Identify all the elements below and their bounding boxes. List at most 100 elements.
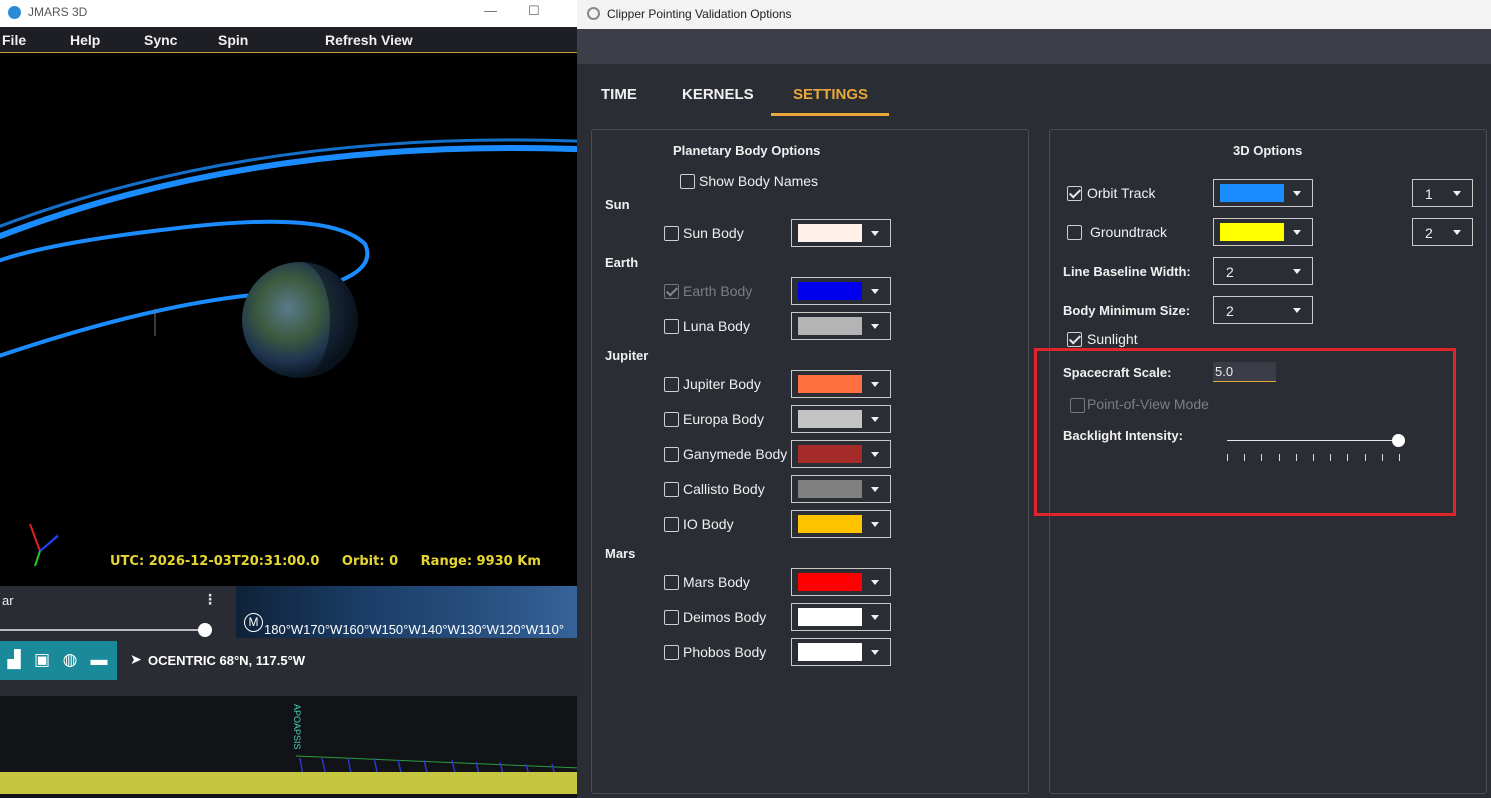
orbit-track-color-select[interactable] bbox=[1213, 179, 1313, 207]
groundtrack-color-select[interactable] bbox=[1213, 218, 1313, 246]
jupiter-body-checkbox[interactable] bbox=[664, 377, 679, 392]
sun-body-color-select[interactable] bbox=[791, 219, 891, 247]
group-sun: Sun bbox=[605, 197, 630, 212]
orbit-scene bbox=[0, 138, 580, 567]
chevron-down-icon bbox=[871, 382, 879, 387]
backlight-tick bbox=[1381, 454, 1383, 461]
tab-time[interactable]: TIME bbox=[601, 86, 637, 103]
chevron-down-icon bbox=[871, 452, 879, 457]
jmars-window: JMARS 3D — ☐ File Help Sync Spin Refresh… bbox=[0, 0, 580, 798]
map-badge-icon[interactable]: M bbox=[244, 613, 263, 632]
chevron-down-icon bbox=[1293, 308, 1301, 313]
backlight-tick bbox=[1261, 454, 1263, 461]
chevron-down-icon bbox=[1293, 230, 1301, 235]
io-body-color-select[interactable] bbox=[791, 510, 891, 538]
color-swatch bbox=[798, 608, 862, 626]
groundtrack-width-select[interactable]: 2 bbox=[1412, 218, 1473, 246]
chevron-down-icon bbox=[1453, 191, 1461, 196]
timeline-band bbox=[0, 772, 580, 794]
orbit-track-checkbox[interactable] bbox=[1067, 186, 1082, 201]
jmars-window-title: JMARS 3D bbox=[28, 5, 88, 19]
callisto-body-color-select[interactable] bbox=[791, 475, 891, 503]
hud-orbit: Orbit: 0 bbox=[341, 554, 399, 569]
deimos-body-checkbox[interactable] bbox=[664, 610, 679, 625]
deimos-body-label: Deimos Body bbox=[683, 609, 767, 625]
orbit-track-width-select[interactable]: 1 bbox=[1412, 179, 1473, 207]
cursor-icon: ➤ bbox=[130, 651, 142, 667]
orbit-track-label: Orbit Track bbox=[1087, 185, 1156, 201]
sunlight-label: Sunlight bbox=[1087, 331, 1138, 347]
chevron-down-icon bbox=[871, 650, 879, 655]
vr-icon[interactable]: ▬ bbox=[89, 650, 109, 670]
groundtrack-checkbox[interactable] bbox=[1067, 225, 1082, 240]
earth-body-color-select[interactable] bbox=[791, 277, 891, 305]
dialog-titlebar: Clipper Pointing Validation Options bbox=[577, 0, 1491, 29]
tab-settings[interactable]: SETTINGS bbox=[793, 86, 868, 103]
chart-icon[interactable]: ▟ bbox=[4, 650, 24, 670]
backlight-tick bbox=[1347, 454, 1349, 461]
color-swatch bbox=[798, 515, 862, 533]
sun-body-checkbox[interactable] bbox=[664, 226, 679, 241]
hud-utc: UTC: 2026-12-03T20:31:00.0 bbox=[110, 554, 320, 569]
axis-triad-icon bbox=[29, 523, 59, 567]
color-swatch bbox=[798, 480, 862, 498]
europa-body-color-select[interactable] bbox=[791, 405, 891, 433]
chevron-down-icon bbox=[1453, 230, 1461, 235]
line-baseline-width-label: Line Baseline Width: bbox=[1063, 264, 1191, 279]
chevron-down-icon bbox=[871, 487, 879, 492]
dialog-toolbar bbox=[577, 29, 1491, 64]
color-swatch bbox=[798, 282, 862, 300]
io-body-checkbox[interactable] bbox=[664, 517, 679, 532]
jmars-titlebar: JMARS 3D — ☐ bbox=[0, 0, 580, 27]
jupiter-body-label: Jupiter Body bbox=[683, 376, 761, 392]
ganymede-body-checkbox[interactable] bbox=[664, 447, 679, 462]
maximize-icon[interactable]: ☐ bbox=[528, 3, 540, 19]
planetary-panel-title: Planetary Body Options bbox=[673, 143, 821, 158]
menu-help[interactable]: Help bbox=[70, 32, 100, 48]
minimize-icon[interactable]: — bbox=[484, 3, 497, 18]
sunlight-checkbox[interactable] bbox=[1067, 332, 1082, 347]
backlight-tick bbox=[1330, 454, 1332, 461]
chevron-down-icon bbox=[1293, 191, 1301, 196]
layers-icon[interactable]: ▣ bbox=[32, 650, 52, 670]
globe-icon[interactable]: ◍ bbox=[60, 650, 80, 670]
luna-body-label: Luna Body bbox=[683, 318, 750, 334]
layer-slider-knob[interactable] bbox=[198, 623, 212, 637]
settings-tabs: TIME KERNELS SETTINGS bbox=[577, 64, 1491, 116]
line-baseline-width-select[interactable]: 2 bbox=[1213, 257, 1313, 285]
phobos-body-checkbox[interactable] bbox=[664, 645, 679, 660]
luna-body-color-select[interactable] bbox=[791, 312, 891, 340]
phobos-body-color-select[interactable] bbox=[791, 638, 891, 666]
hud-range: Range: 9930 Km bbox=[420, 554, 541, 569]
menu-file[interactable]: File bbox=[2, 32, 26, 48]
body-minimum-size-select[interactable]: 2 bbox=[1213, 296, 1313, 324]
menu-refresh-view[interactable]: Refresh View bbox=[325, 32, 413, 48]
more-options-icon[interactable]: ⋮ bbox=[203, 591, 217, 608]
jupiter-body-color-select[interactable] bbox=[791, 370, 891, 398]
longitude-ruler: 180°W170°W160°W150°W140°W130°W120°W110° bbox=[264, 622, 565, 637]
color-swatch bbox=[798, 410, 862, 428]
tab-kernels[interactable]: KERNELS bbox=[682, 86, 754, 103]
dialog-title: Clipper Pointing Validation Options bbox=[607, 7, 792, 21]
mars-body-color-select[interactable] bbox=[791, 568, 891, 596]
3d-viewport[interactable] bbox=[0, 54, 580, 586]
timeline[interactable]: APOAPSIS bbox=[0, 696, 580, 798]
menu-spin[interactable]: Spin bbox=[218, 32, 248, 48]
europa-body-checkbox[interactable] bbox=[664, 412, 679, 427]
layer-slider-track[interactable] bbox=[0, 629, 205, 631]
callisto-body-checkbox[interactable] bbox=[664, 482, 679, 497]
jmars-app-icon bbox=[8, 6, 21, 19]
chevron-down-icon bbox=[871, 580, 879, 585]
ganymede-body-color-select[interactable] bbox=[791, 440, 891, 468]
map-strip[interactable]: M 180°W170°W160°W150°W140°W130°W120°W110… bbox=[236, 586, 580, 638]
tool-tray: ▟ ▣ ◍ ▬ bbox=[0, 641, 117, 680]
show-body-names-checkbox[interactable] bbox=[680, 174, 695, 189]
mars-body-checkbox[interactable] bbox=[664, 575, 679, 590]
color-swatch bbox=[798, 375, 862, 393]
color-swatch bbox=[798, 224, 862, 242]
menu-sync[interactable]: Sync bbox=[144, 32, 177, 48]
deimos-body-color-select[interactable] bbox=[791, 603, 891, 631]
luna-body-checkbox[interactable] bbox=[664, 319, 679, 334]
europa-body-label: Europa Body bbox=[683, 411, 764, 427]
show-body-names-label: Show Body Names bbox=[699, 173, 819, 189]
